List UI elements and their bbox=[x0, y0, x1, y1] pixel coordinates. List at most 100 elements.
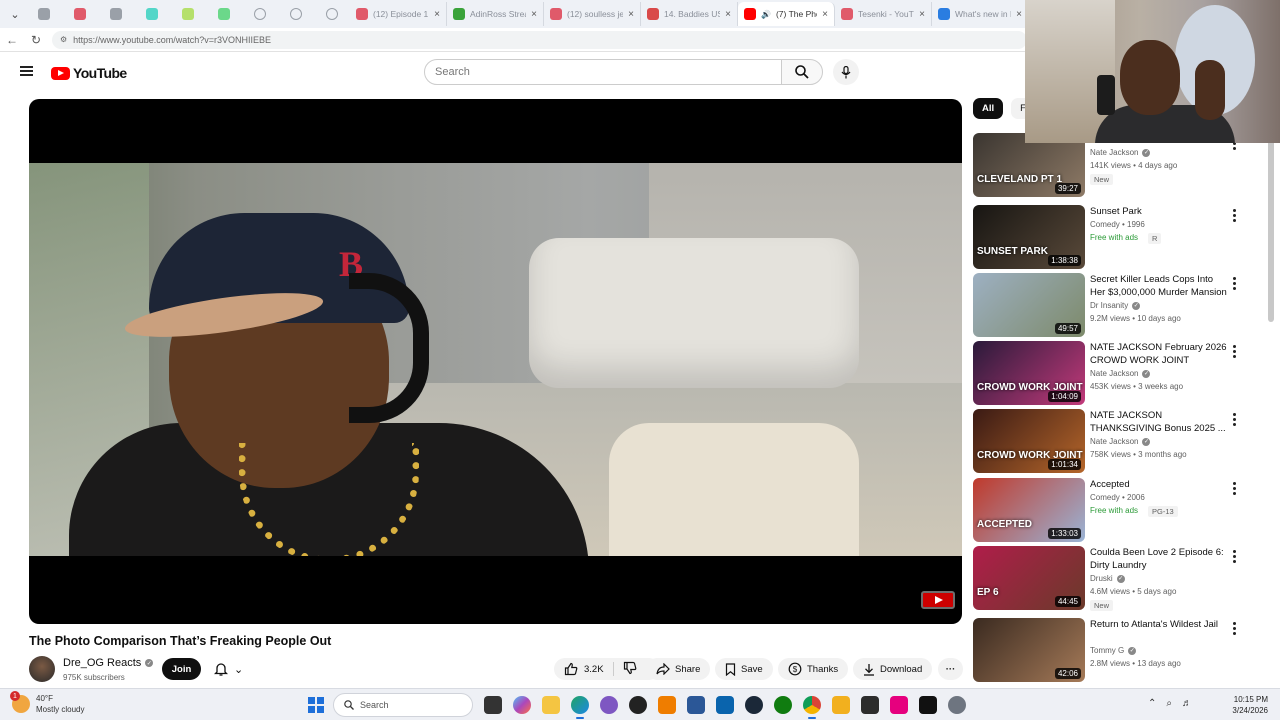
recommendation-item[interactable]: SUNSET PARK 1:38:38 Sunset Park Comedy • 19… bbox=[973, 205, 1253, 269]
close-tab-icon[interactable]: × bbox=[919, 9, 925, 20]
browser-tab[interactable]: Tesenki - YouTu × bbox=[835, 2, 932, 26]
close-tab-icon[interactable]: × bbox=[434, 9, 440, 20]
thanks-button[interactable]: $ Thanks bbox=[778, 658, 849, 680]
save-button[interactable]: Save bbox=[715, 658, 773, 680]
browser-tab[interactable]: AdinRoss Stream × bbox=[447, 2, 544, 26]
weather-widget[interactable]: 1 40°F Mostly cloudy bbox=[10, 691, 84, 715]
recommendation-title[interactable]: Sunset Park bbox=[1090, 205, 1230, 218]
app-tv-icon[interactable] bbox=[861, 696, 879, 714]
notifications-button[interactable]: ⌄ bbox=[210, 658, 254, 680]
chip-all[interactable]: All bbox=[973, 98, 1004, 119]
taskbar-clock[interactable]: 10:15 PM 3/24/2026 bbox=[1210, 694, 1268, 716]
recommendation-title[interactable]: Return to Atlanta's Wildest Jail bbox=[1090, 618, 1230, 631]
recommendation-thumbnail[interactable]: 42:06 bbox=[973, 618, 1085, 682]
github-icon[interactable] bbox=[629, 696, 647, 714]
task-view-icon[interactable] bbox=[484, 696, 502, 714]
vlc-icon[interactable] bbox=[658, 696, 676, 714]
tab-list-dropdown[interactable]: ⌄ bbox=[4, 4, 26, 24]
windows-start-icon[interactable] bbox=[308, 697, 324, 713]
pinned-tab-3[interactable] bbox=[98, 3, 134, 25]
pinned-tab-5[interactable] bbox=[170, 3, 206, 25]
download-button[interactable]: Download bbox=[853, 658, 933, 680]
close-tab-icon[interactable]: × bbox=[628, 9, 634, 20]
more-vertical-icon[interactable] bbox=[1233, 622, 1237, 637]
video-player[interactable]: B bbox=[29, 99, 962, 624]
recommendation-thumbnail[interactable]: CROWD WORK JOINT 1:01:34 bbox=[973, 409, 1085, 473]
more-vertical-icon[interactable] bbox=[1233, 277, 1237, 292]
close-tab-icon[interactable]: × bbox=[725, 9, 731, 20]
recommendation-item[interactable]: ACCEPTED 1:33:03 Accepted Comedy • 2006 Free… bbox=[973, 478, 1253, 542]
close-tab-icon[interactable]: × bbox=[1016, 9, 1022, 20]
more-vertical-icon[interactable] bbox=[1233, 413, 1237, 428]
recommendation-title[interactable]: NATE JACKSON THANKSGIVING Bonus 2025 ... bbox=[1090, 409, 1230, 435]
pinned-tab-8[interactable] bbox=[278, 3, 314, 25]
close-tab-icon[interactable]: × bbox=[531, 9, 537, 20]
pinned-tab-4[interactable] bbox=[134, 3, 170, 25]
browser-tab[interactable]: (12) Episode 1 | × bbox=[350, 2, 447, 26]
browser-tab[interactable]: What's new in Mi × bbox=[932, 2, 1029, 26]
file-explorer-icon[interactable] bbox=[542, 696, 560, 714]
tray-chevron-up-icon[interactable]: ⌃ bbox=[1148, 698, 1156, 709]
recommendation-thumbnail[interactable]: SUNSET PARK 1:38:38 bbox=[973, 205, 1085, 269]
browser-tab[interactable]: 🔊 (7) The Phot × bbox=[738, 2, 835, 26]
recommendation-item[interactable]: CROWD WORK JOINT 1:04:09 NATE JACKSON Febr… bbox=[973, 341, 1253, 405]
more-vertical-icon[interactable] bbox=[1233, 209, 1237, 224]
app-r-icon[interactable] bbox=[832, 696, 850, 714]
search-input[interactable]: Search bbox=[424, 59, 782, 85]
browser-tab[interactable]: (12) soulless jey × bbox=[544, 2, 641, 26]
recommendation-thumbnail[interactable]: 49:57 bbox=[973, 273, 1085, 337]
close-tab-icon[interactable]: × bbox=[822, 9, 828, 20]
youtube-logo[interactable]: YouTube bbox=[51, 65, 127, 81]
pinned-tab-6[interactable] bbox=[206, 3, 242, 25]
speaker-icon[interactable]: 🔊 bbox=[761, 10, 771, 19]
url-field[interactable]: ⚙ https://www.youtube.com/watch?v=r3VONH… bbox=[52, 30, 1027, 49]
copilot-icon[interactable] bbox=[513, 696, 531, 714]
more-actions-button[interactable]: ··· bbox=[938, 658, 963, 680]
browser-tab[interactable]: 14. Baddies USA × bbox=[641, 2, 738, 26]
like-button[interactable]: 3.2K bbox=[564, 662, 604, 676]
recommendation-title[interactable]: Accepted bbox=[1090, 478, 1230, 491]
store-icon[interactable] bbox=[687, 696, 705, 714]
more-vertical-icon[interactable] bbox=[1233, 482, 1237, 497]
channel-name-row[interactable]: Dre_OG Reacts ✓ bbox=[63, 657, 154, 669]
hamburger-menu-icon[interactable] bbox=[20, 66, 33, 76]
youtube-watermark-icon[interactable] bbox=[921, 591, 955, 609]
recommendation-thumbnail[interactable]: ACCEPTED 1:33:03 bbox=[973, 478, 1085, 542]
recommendation-thumbnail[interactable]: EP 6 44:45 bbox=[973, 546, 1085, 610]
search-button[interactable] bbox=[781, 59, 823, 85]
tray-volume-icon[interactable]: ♬ bbox=[1182, 698, 1192, 709]
tray-network-icon[interactable]: ⌕ bbox=[1166, 698, 1172, 709]
page-scrollbar[interactable] bbox=[1266, 98, 1276, 688]
recommendation-title[interactable]: Secret Killer Leads Cops Into Her $3,000… bbox=[1090, 273, 1230, 299]
back-icon[interactable]: ← bbox=[0, 33, 24, 47]
xbox-icon[interactable] bbox=[774, 696, 792, 714]
recommendation-item[interactable]: 42:06 Return to Atlanta's Wildest Jail Tom… bbox=[973, 618, 1253, 682]
settings-icon[interactable] bbox=[948, 696, 966, 714]
pinned-tab-7[interactable] bbox=[242, 3, 278, 25]
taskbar-search[interactable]: Search bbox=[333, 693, 473, 717]
recommendation-title[interactable]: Coulda Been Love 2 Episode 6: Dirty Laun… bbox=[1090, 546, 1230, 572]
messenger-icon[interactable] bbox=[600, 696, 618, 714]
recommendation-title[interactable]: NATE JACKSON February 2026 CROWD WORK JO… bbox=[1090, 341, 1230, 367]
recommendation-thumbnail[interactable]: CROWD WORK JOINT 1:04:09 bbox=[973, 341, 1085, 405]
pinned-tab-1[interactable] bbox=[26, 3, 62, 25]
voice-search-button[interactable] bbox=[833, 59, 859, 85]
chrome-icon[interactable] bbox=[803, 696, 821, 719]
pinned-tab-2[interactable] bbox=[62, 3, 98, 25]
recommendation-item[interactable]: 49:57 Secret Killer Leads Cops Into Her $… bbox=[973, 273, 1253, 337]
reload-icon[interactable]: ↻ bbox=[24, 33, 48, 47]
join-button[interactable]: Join bbox=[162, 658, 201, 680]
steam-icon[interactable] bbox=[745, 696, 763, 714]
more-vertical-icon[interactable] bbox=[1233, 345, 1237, 360]
scrollbar-thumb[interactable] bbox=[1268, 140, 1274, 322]
recommendation-item[interactable]: CROWD WORK JOINT 1:01:34 NATE JACKSON THAN… bbox=[973, 409, 1253, 473]
share-button[interactable]: Share bbox=[646, 658, 711, 680]
channel-avatar[interactable] bbox=[29, 656, 55, 682]
more-vertical-icon[interactable] bbox=[1233, 550, 1237, 565]
recommendation-item[interactable]: EP 6 44:45 Coulda Been Love 2 Episode 6: D… bbox=[973, 546, 1253, 611]
site-info-icon[interactable]: ⚙ bbox=[60, 35, 67, 44]
dislike-button[interactable] bbox=[623, 661, 637, 678]
tiktok-icon[interactable] bbox=[919, 696, 937, 714]
app-pink-icon[interactable] bbox=[890, 696, 908, 714]
pinned-tab-9[interactable] bbox=[314, 3, 350, 25]
